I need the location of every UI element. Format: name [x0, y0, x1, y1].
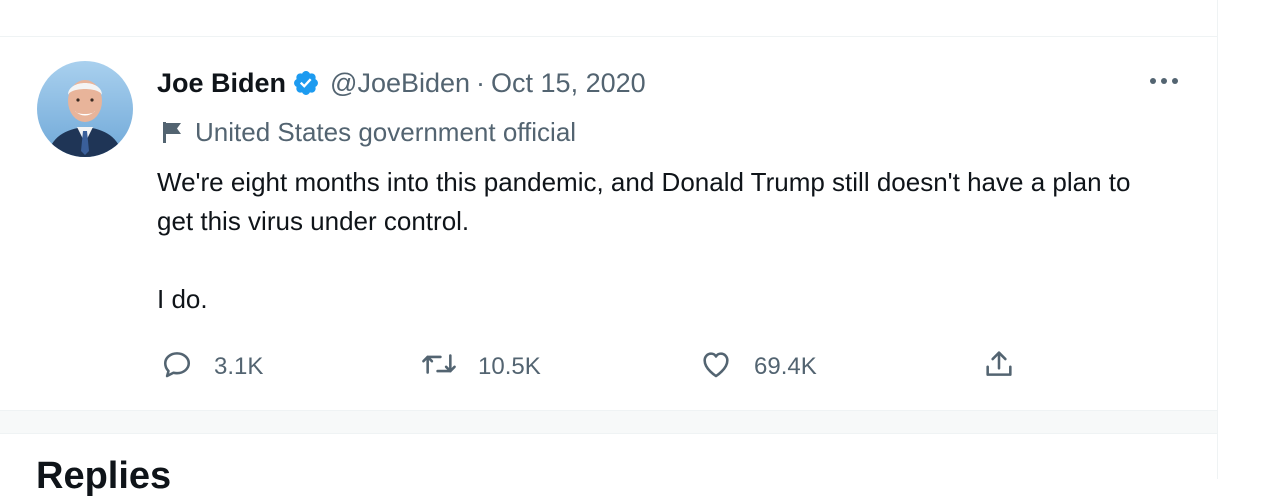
replies-heading: Replies	[36, 455, 172, 497]
separator-dot: ·	[476, 67, 486, 98]
like-count: 69.4K	[754, 353, 817, 380]
avatar[interactable]	[37, 61, 133, 157]
retweet-icon	[420, 347, 458, 388]
tweet-paragraph: I do.	[157, 284, 208, 314]
verified-badge-icon	[292, 69, 320, 97]
reply-count: 3.1K	[214, 353, 264, 380]
author-handle[interactable]: @JoeBiden	[330, 68, 470, 99]
reply-button[interactable]: 3.1K	[160, 347, 263, 387]
like-button[interactable]: 69.4K	[698, 347, 817, 387]
affiliation-text: United States government official	[195, 116, 577, 147]
retweet-count: 10.5K	[478, 353, 541, 380]
heart-icon	[698, 347, 734, 388]
tweet-text: We're eight months into this pandemic, a…	[157, 163, 1167, 319]
tweet-actions: 3.1K 10.5K 69.4K	[0, 347, 1217, 387]
tweet-date[interactable]: Oct 15, 2020	[491, 68, 646, 99]
flag-icon	[161, 120, 183, 144]
retweet-button[interactable]: 10.5K	[420, 347, 541, 387]
share-button[interactable]	[982, 347, 1016, 387]
affiliation-label: United States government official	[161, 115, 576, 149]
avatar-photo	[37, 61, 133, 157]
section-divider	[0, 410, 1217, 434]
tweet-paragraph: We're eight months into this pandemic, a…	[157, 167, 1131, 236]
author-name[interactable]: Joe Biden	[157, 68, 286, 99]
more-icon[interactable]	[1146, 69, 1182, 93]
share-icon	[982, 347, 1016, 388]
tweet-header: Joe Biden @JoeBiden · Oct 15, 2020	[157, 65, 646, 101]
timeline-column: Joe Biden @JoeBiden · Oct 15, 2020 Unite…	[0, 0, 1218, 497]
reply-icon	[160, 347, 194, 388]
tweet[interactable]: Joe Biden @JoeBiden · Oct 15, 2020 Unite…	[0, 37, 1217, 410]
